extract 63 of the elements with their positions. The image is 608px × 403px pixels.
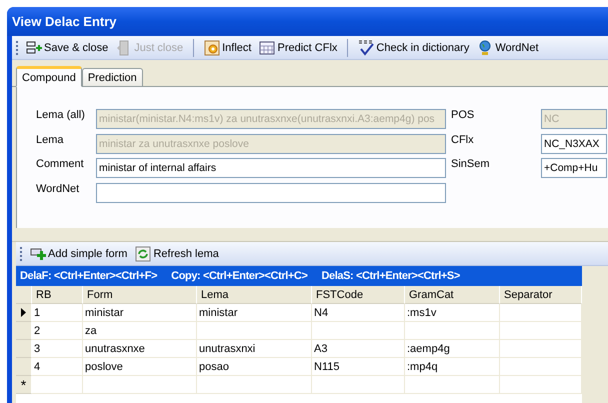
toolbar-button[interactable]: Refresh lema: [133, 242, 221, 264]
table-cell: unutrasxnxi: [197, 340, 312, 358]
current-row-icon: [21, 308, 26, 317]
toolbar-button[interactable]: Predict CFlx: [257, 36, 340, 58]
field-label: Lema (all): [35, 109, 86, 121]
table-cell: 3: [32, 340, 83, 358]
shortcut-hint: DelaF: <Ctrl+Enter><Ctrl+F>: [20, 270, 158, 282]
calendar-icon: [259, 40, 276, 56]
table-cell: :ms1v: [405, 304, 500, 322]
save-icon: [26, 40, 42, 56]
column-header[interactable]: GramCat: [405, 286, 500, 304]
table-cell: 2: [32, 322, 83, 340]
empty-cell[interactable]: [83, 376, 197, 394]
row-header[interactable]: [16, 304, 32, 322]
text-field[interactable]: [96, 182, 446, 202]
tab[interactable]: Compound: [16, 66, 82, 87]
toolbar-button[interactable]: Save & close: [24, 36, 110, 58]
field-label: POS: [450, 109, 476, 121]
row-header: [16, 286, 32, 304]
toolbar-button[interactable]: Check in dictionary: [356, 36, 472, 58]
add-icon: [30, 246, 46, 262]
text-field[interactable]: NC_N3XAX: [541, 134, 607, 154]
column-header[interactable]: RB: [32, 286, 83, 304]
table-cell: N115: [312, 358, 405, 376]
globe-icon: [477, 40, 494, 56]
field-label: Lema: [35, 134, 65, 146]
table-cell: :mp4q: [405, 358, 500, 376]
table-cell: ministar: [197, 304, 312, 322]
empty-cell[interactable]: [405, 376, 500, 394]
shortcut-hint: DelaS: <Ctrl+Enter><Ctrl+S>: [321, 270, 460, 282]
tab[interactable]: Prediction: [82, 68, 143, 86]
table-cell: N4: [312, 304, 405, 322]
toolbar-button[interactable]: Add simple form: [28, 242, 130, 264]
text-field[interactable]: +Comp+Hu: [541, 158, 607, 178]
field-label: Comment: [35, 158, 85, 170]
shortcut-hint: Copy: <Ctrl+Enter><Ctrl+C>: [171, 270, 308, 282]
column-header[interactable]: FSTCode: [312, 286, 405, 304]
window-title: View Delac Entry: [7, 7, 608, 36]
column-header[interactable]: Lema: [197, 286, 312, 304]
table-cell: za: [83, 322, 197, 340]
empty-cell[interactable]: [500, 376, 582, 394]
text-field[interactable]: ministar of internal affairs: [96, 158, 446, 178]
empty-cell[interactable]: [312, 376, 405, 394]
table-cell: posao: [197, 358, 312, 376]
column-header[interactable]: Separator: [500, 286, 582, 304]
toolbar-button[interactable]: WordNet: [475, 36, 541, 58]
new-row-marker: *: [16, 376, 32, 394]
field-label: SinSem: [450, 158, 491, 170]
table-cell: unutrasxnxe: [83, 340, 197, 358]
column-header[interactable]: Form: [83, 286, 197, 304]
table-cell: :aemp4g: [405, 340, 500, 358]
field-label: CFlx: [450, 134, 475, 146]
empty-cell[interactable]: [197, 376, 312, 394]
gear-icon: [204, 40, 220, 56]
table-cell: ministar: [83, 304, 197, 322]
table-cell: 4: [32, 358, 83, 376]
toolbar-button[interactable]: Inflect: [202, 36, 254, 58]
table-cell: A3: [312, 340, 405, 358]
field-label: WordNet: [35, 182, 80, 194]
spellcheck-icon: [358, 40, 374, 56]
table-cell: 1: [32, 304, 83, 322]
table-cell: poslove: [83, 358, 197, 376]
refresh-icon: [135, 246, 152, 262]
